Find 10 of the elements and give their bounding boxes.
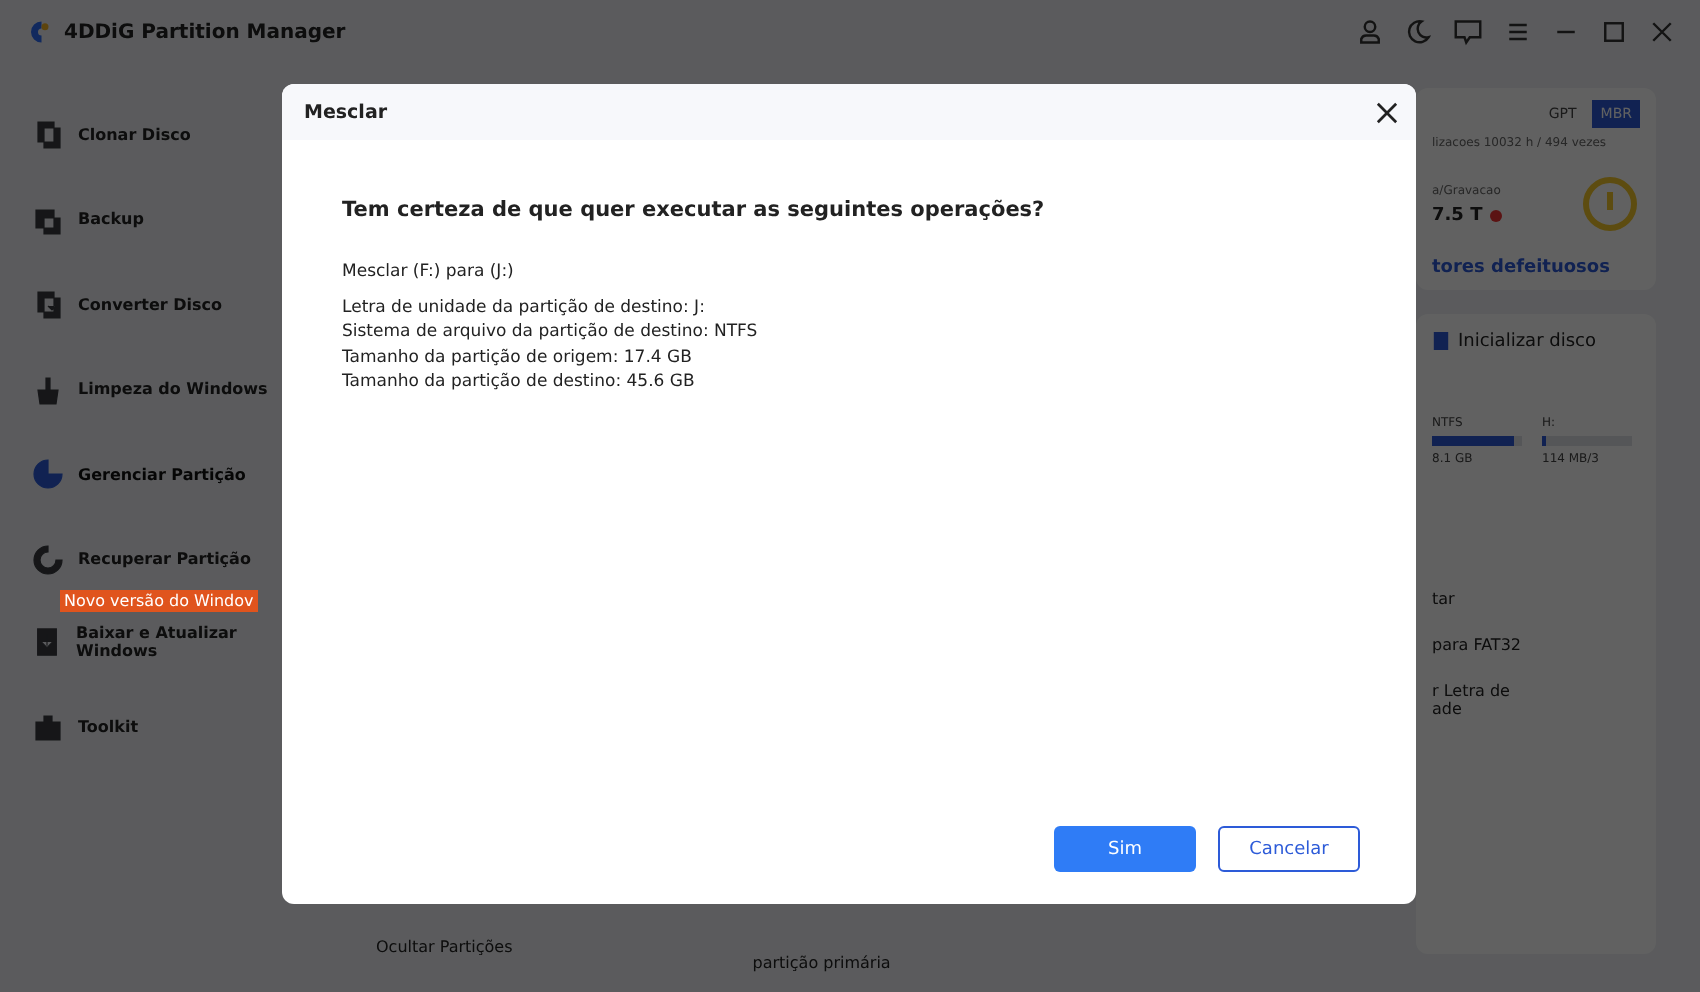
operation-line: Letra de unidade da partição de destino: J: — [342, 297, 707, 317]
rw-value: 7.5 T — [1432, 205, 1483, 225]
app-title: 4DDiG Partition Manager — [64, 21, 346, 43]
operation-line: Tamanho da partição de destino: 45.6 GB — [342, 372, 697, 392]
new-version-badge: Novo versão do Windov — [60, 590, 258, 612]
operation-line: Mesclar (F:) para (J:) — [342, 262, 516, 282]
operation-line: Sistema de arquivo da partição de destino: NTFS — [342, 322, 760, 342]
operation-line: Tamanho da partição de origem: 17.4 GB — [342, 347, 694, 367]
dialog-title: Mesclar — [304, 101, 388, 123]
dialog-question: Tem certeza de que quer executar as seguintes operações? — [342, 198, 1047, 222]
